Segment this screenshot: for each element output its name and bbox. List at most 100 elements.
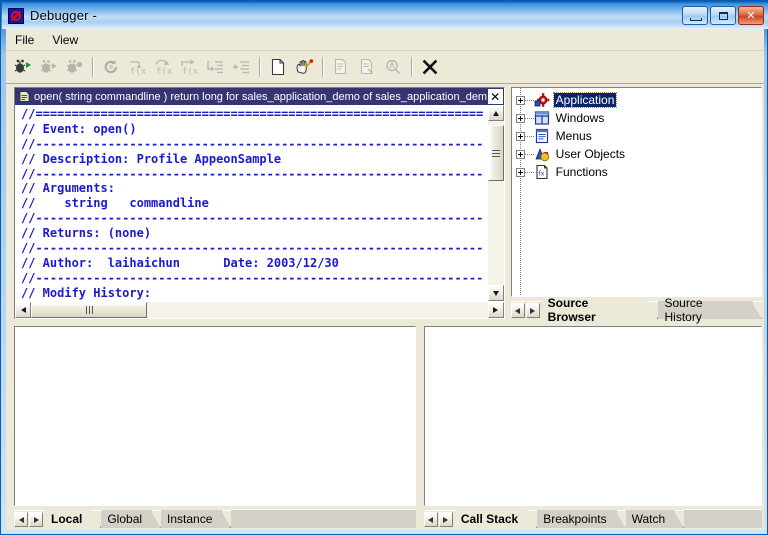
expand-icon[interactable] [515, 149, 525, 159]
tree-item-menus[interactable]: Menus [515, 127, 761, 145]
edit-source-button[interactable] [291, 54, 317, 80]
code-line: // Returns: (none) [21, 226, 152, 241]
continue-button[interactable] [35, 54, 61, 80]
tab-watch[interactable]: Watch [625, 510, 685, 528]
expand-icon[interactable] [515, 113, 525, 123]
quick-watch-button[interactable] [380, 54, 406, 80]
menu-icon [534, 128, 550, 144]
debugger-window: Debugger - ✕ File View f(x f(x f(x open(… [0, 0, 768, 535]
editor-horizontal-scrollbar[interactable] [15, 301, 504, 318]
window-title: Debugger - [30, 8, 98, 23]
code-line: //======================================… [21, 107, 484, 121]
application-icon [534, 92, 550, 108]
tree-item-user-objects[interactable]: User Objects [515, 145, 761, 163]
tree-item-label: User Objects [555, 147, 626, 161]
expand-icon[interactable] [515, 167, 525, 177]
tab-scroll-right-button[interactable] [29, 512, 43, 527]
maximize-button[interactable] [710, 6, 736, 25]
script-icon [18, 90, 31, 103]
close-debugger-button[interactable] [417, 54, 443, 80]
tab-local[interactable]: Local [45, 510, 102, 528]
editor-hscroll-thumb[interactable] [31, 302, 147, 318]
middle-region: open( string commandline ) return long f… [6, 84, 764, 324]
tab-global[interactable]: Global [101, 510, 162, 528]
scroll-right-button[interactable] [487, 302, 504, 318]
tab-instance[interactable]: Instance [161, 510, 232, 528]
clear-breakpoint-button[interactable] [354, 54, 380, 80]
step-over-button[interactable]: f(x) [150, 54, 176, 80]
callstack-list[interactable] [423, 326, 762, 506]
tab-call-stack[interactable]: Call Stack [454, 510, 538, 528]
set-next-statement-icon [233, 61, 249, 74]
separator-4 [411, 57, 412, 77]
variables-list[interactable] [14, 326, 416, 506]
expand-icon[interactable] [515, 131, 525, 141]
restart-icon [104, 59, 118, 74]
scroll-up-button[interactable] [487, 105, 504, 121]
tab-scroll-left-button[interactable] [423, 512, 438, 527]
tab-breakpoints[interactable]: Breakpoints [537, 510, 626, 528]
step-out-button[interactable]: f(x) [176, 54, 202, 80]
stop-debug-button[interactable] [61, 54, 87, 80]
code-line: //--------------------------------------… [21, 241, 484, 256]
page-icon [271, 58, 285, 76]
code-line: // Description: Profile AppeonSample [21, 151, 282, 166]
editor-hscroll-track[interactable] [31, 302, 488, 318]
tab-label: Source History [664, 296, 703, 324]
run-to-cursor-icon [207, 61, 223, 74]
tree-item-label: Functions [555, 165, 608, 179]
tree-item-application[interactable]: Application [515, 91, 761, 109]
step-in-button[interactable]: f(x) [124, 54, 150, 80]
scroll-left-button[interactable] [15, 302, 31, 318]
close-x-icon [422, 59, 438, 75]
insert-breakpoint-button[interactable] [328, 54, 354, 80]
start-debug-button[interactable] [9, 54, 35, 80]
source-editor-tab[interactable]: open( string commandline ) return long f… [15, 88, 504, 105]
source-editor-close-icon[interactable]: ✕ [487, 89, 503, 104]
editor-vscroll-thumb[interactable] [487, 125, 504, 181]
step-over-icon: f(x) [155, 59, 173, 76]
separator-2 [259, 57, 260, 77]
tree-connector [524, 117, 534, 119]
source-editor-tab-title: open( string commandline ) return long f… [34, 90, 488, 103]
tab-label: Instance [167, 512, 213, 526]
tab-nav-buttons [510, 302, 540, 319]
tree-item-label: Windows [555, 111, 605, 125]
object-tree[interactable]: Application Windows Menus User Objects f… [510, 87, 762, 297]
tab-scroll-left-button[interactable] [14, 512, 28, 527]
window-controls: ✕ [682, 6, 764, 25]
menu-view[interactable]: View [43, 31, 87, 49]
tab-scroll-right-button[interactable] [438, 512, 453, 527]
scroll-down-button[interactable] [487, 285, 504, 301]
tree-item-windows[interactable]: Windows [515, 109, 761, 127]
tab-source-browser[interactable]: Source Browser [541, 296, 659, 324]
run-to-cursor-button[interactable] [202, 54, 228, 80]
expand-icon[interactable] [515, 95, 525, 105]
close-icon: ✕ [746, 8, 756, 22]
tree-connector [524, 171, 534, 173]
tab-label: Local [51, 512, 83, 526]
source-editor-body: //======================================… [15, 105, 504, 301]
tree-connector [524, 99, 534, 101]
tab-scroll-right-button[interactable] [525, 303, 540, 318]
menu-file[interactable]: File [6, 31, 43, 49]
tab-source-history[interactable]: Source History [658, 296, 762, 324]
tab-label: Call Stack [460, 512, 519, 526]
client-area: File View f(x f(x f(x open(string comma… [6, 29, 764, 530]
minimize-button[interactable] [682, 6, 708, 25]
set-next-statement-button[interactable] [228, 54, 254, 80]
editor-vertical-scrollbar[interactable] [486, 105, 504, 301]
bottom-region: Local Global Instance Call Stack Breakpo… [6, 322, 764, 530]
code-line: // Modify History: [21, 285, 152, 300]
new-source-button[interactable] [265, 54, 291, 80]
editor-vscroll-track[interactable] [487, 121, 504, 285]
restart-button[interactable] [98, 54, 124, 80]
step-out-icon: f(x) [181, 59, 199, 76]
tree-item-functions[interactable]: fx Functions [515, 163, 761, 181]
tab-scroll-left-button[interactable] [510, 303, 525, 318]
close-button[interactable]: ✕ [738, 6, 764, 25]
code-view[interactable]: //======================================… [15, 105, 487, 301]
code-line: //--------------------------------------… [21, 166, 484, 181]
bug-run-icon [14, 59, 31, 73]
user-object-icon [534, 146, 550, 162]
